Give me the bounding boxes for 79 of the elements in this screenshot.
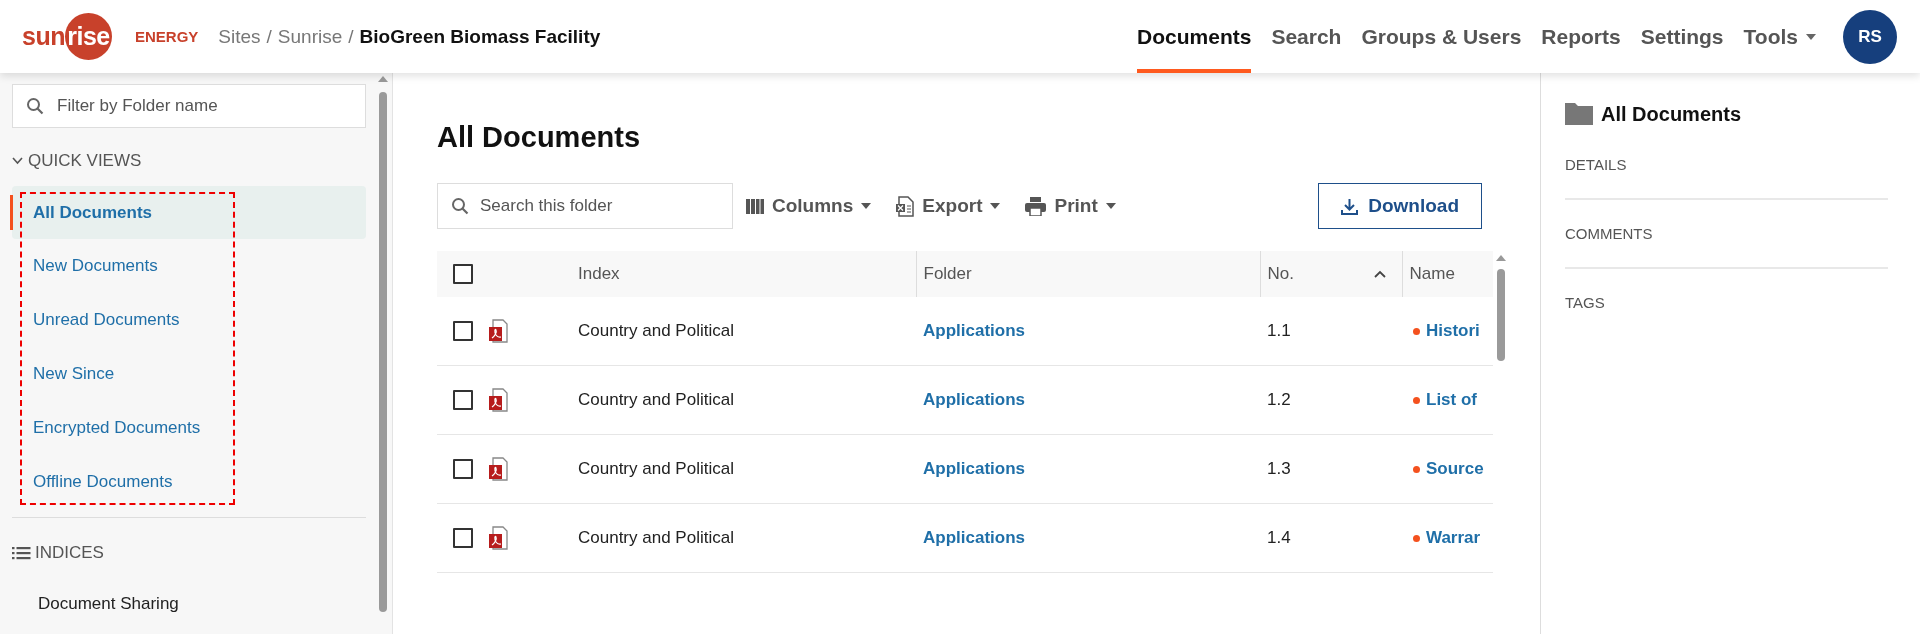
folder-link[interactable]: Applications — [916, 390, 1025, 409]
column-header[interactable]: No. — [1260, 264, 1294, 284]
nav-tab[interactable]: Documents — [1137, 0, 1252, 73]
folder-icon — [1565, 103, 1593, 125]
nav-tab[interactable]: Search — [1271, 0, 1342, 73]
quick-view-item[interactable]: Encrypted Documents — [12, 401, 366, 455]
download-icon — [1341, 197, 1359, 215]
column-header[interactable]: Folder — [916, 264, 972, 284]
columns-icon — [746, 198, 764, 214]
logo-wordmark: sunrise — [22, 13, 112, 60]
panel-section-tab[interactable]: DETAILS — [1565, 131, 1888, 200]
document-link[interactable]: Warrar — [1426, 528, 1481, 548]
printer-icon — [1025, 196, 1047, 216]
pdf-file-icon — [488, 319, 508, 343]
pdf-file-icon — [488, 526, 508, 550]
nav-tab[interactable]: Tools — [1743, 0, 1816, 73]
nav-tab[interactable]: Reports — [1541, 0, 1621, 73]
panel-title: All Documents — [1601, 102, 1742, 126]
scrollbar-thumb[interactable] — [379, 92, 387, 612]
quick-view-item[interactable]: All Documents — [12, 186, 366, 239]
nav-tab[interactable]: Settings — [1640, 0, 1724, 73]
breadcrumb-separator: / — [266, 25, 272, 48]
caret-icon — [990, 203, 1001, 209]
search-field[interactable]: Search this folder — [437, 183, 733, 229]
section-heading: INDICES — [35, 543, 104, 563]
quick-view-item[interactable]: New Documents — [12, 239, 366, 293]
logo-tagline: ENERGY — [134, 28, 199, 45]
pdf-file-icon — [488, 388, 508, 412]
sort-icon[interactable] — [1373, 269, 1386, 279]
caret-icon — [861, 203, 872, 209]
table-cell-text: Country and Political — [577, 390, 734, 409]
checkbox[interactable] — [453, 264, 473, 284]
quick-view-item[interactable]: Unread Documents — [12, 293, 366, 347]
search-icon — [451, 197, 469, 215]
chevron-icon[interactable] — [12, 157, 23, 165]
breadcrumb-separator: / — [348, 25, 354, 48]
checkbox[interactable] — [453, 390, 473, 410]
column-header[interactable]: Index — [560, 264, 620, 284]
quick-view-item[interactable]: Offline Documents — [12, 455, 366, 509]
breadcrumb-link[interactable]: Sites — [218, 25, 261, 48]
toolbar-button[interactable]: Columns — [746, 191, 872, 221]
table-cell-text: 1.4 — [1266, 528, 1291, 547]
breadcrumb-link[interactable]: Sunrise — [277, 25, 343, 48]
nav-tab[interactable]: Groups & Users — [1361, 0, 1522, 73]
spreadsheet-file-icon — [896, 195, 915, 217]
table-cell-text: Country and Political — [577, 528, 734, 547]
checkbox[interactable] — [453, 321, 473, 341]
quick-view-item[interactable]: New Since — [12, 347, 366, 401]
scroll-up-icon[interactable] — [1496, 255, 1506, 261]
table-cell-text: Country and Political — [577, 459, 734, 478]
filter-field[interactable]: Filter by Folder name — [12, 84, 366, 128]
user-avatar[interactable]: RS — [1843, 9, 1897, 64]
toolbar-button[interactable]: Export — [896, 191, 1001, 221]
folder-link[interactable]: Applications — [916, 528, 1025, 547]
list-icon — [12, 546, 31, 560]
pdf-file-icon — [488, 457, 508, 481]
table-cell-text: Country and Political — [577, 321, 734, 340]
table-cell-text: 1.3 — [1266, 459, 1291, 478]
table-cell-text: 1.1 — [1266, 321, 1291, 340]
panel-section-tab[interactable]: TAGS — [1565, 269, 1888, 336]
folder-link[interactable]: Applications — [916, 321, 1025, 340]
checkbox[interactable] — [453, 459, 473, 479]
document-link[interactable]: Histori — [1426, 321, 1480, 341]
page-title: All Documents — [437, 120, 642, 155]
toolbar-button[interactable]: Print — [1025, 191, 1116, 221]
search-icon — [26, 97, 44, 115]
document-link[interactable]: Source — [1426, 459, 1484, 479]
download-button[interactable]: Download — [1318, 183, 1482, 229]
table-cell-text: 1.2 — [1266, 390, 1291, 409]
scroll-up-icon[interactable] — [378, 76, 388, 82]
checkbox[interactable] — [453, 528, 473, 548]
scrollbar-thumb[interactable] — [1497, 269, 1505, 361]
breadcrumb-current: BioGreen Biomass Facility — [359, 25, 601, 48]
document-link[interactable]: List of — [1426, 390, 1477, 410]
folder-link[interactable]: Applications — [916, 459, 1025, 478]
caret-icon — [1105, 203, 1116, 209]
panel-section-tab[interactable]: COMMENTS — [1565, 200, 1888, 269]
section-heading: QUICK VIEWS — [28, 151, 142, 171]
index-item[interactable]: Document Sharing — [12, 594, 378, 614]
